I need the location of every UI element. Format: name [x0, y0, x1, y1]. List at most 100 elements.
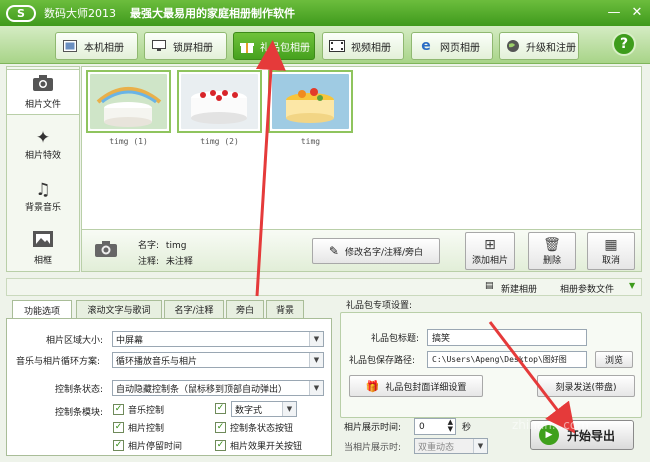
name-label: 名字:	[138, 241, 160, 251]
film-icon	[329, 39, 345, 53]
sidebar-item-label: 相片特效	[24, 150, 61, 161]
cover-button-label: 礼品包封面详细设置	[385, 382, 467, 393]
loop-value: 循环播放音乐与相片	[116, 356, 198, 367]
show-time-unit: 秒	[462, 423, 472, 433]
photo-caption: timg	[300, 137, 321, 146]
minimize-button[interactable]: —	[603, 3, 625, 21]
options-panel: 功能选项 滚动文字与歌词 名字/注释 旁白 背景 相片区域大小: 中屏幕 ▼ 音…	[6, 298, 332, 456]
checkmark-icon: ✓	[113, 440, 124, 451]
chevron-down-icon: ▼	[282, 402, 296, 416]
digital-value: 数字式	[235, 405, 263, 416]
tab-name-note[interactable]: 名字/注释	[164, 300, 224, 318]
area-size-select[interactable]: 中屏幕 ▼	[112, 331, 324, 347]
tab-gift-album[interactable]: 礼品包相册	[233, 32, 315, 60]
tab-web-album[interactable]: e 网页相册	[411, 32, 493, 60]
checkbox-label: 相片控制	[128, 424, 165, 434]
tab-video-album[interactable]: 视频相册	[322, 32, 404, 60]
sidebar-item-photo-files[interactable]: 相片文件	[7, 69, 79, 115]
trash-icon: 🗑	[543, 236, 561, 253]
gift-icon	[240, 39, 254, 53]
cancel-button[interactable]: ▦ 取消	[587, 232, 635, 270]
photo-control-checkbox[interactable]: ✓ 相片控制	[113, 421, 164, 434]
gift-settings-group: 礼品包标题: 搞笑 礼品包保存路径: C:\Users\Apeng\Deskto…	[340, 312, 642, 418]
close-button[interactable]: ✕	[626, 3, 648, 21]
area-size-value: 中屏幕	[116, 335, 144, 346]
loop-select[interactable]: 循环播放音乐与相片 ▼	[112, 352, 324, 368]
left-sidebar: 相片文件 ✦ 相片特效 ♫ 背景音乐 相框	[6, 66, 80, 272]
camera-icon	[32, 74, 54, 97]
music-control-checkbox[interactable]: ✓ 音乐控制	[113, 403, 164, 416]
sidebar-item-music[interactable]: ♫ 背景音乐	[7, 173, 79, 219]
tab-scrolling-text[interactable]: 滚动文字与歌词	[76, 300, 162, 318]
sidebar-item-label: 背景音乐	[24, 202, 61, 213]
help-button[interactable]: ?	[612, 32, 636, 56]
photo-thumbnail[interactable]	[177, 70, 262, 133]
edit-name-note-button[interactable]: ✎ 修改名字/注释/旁白	[312, 238, 440, 264]
delete-button[interactable]: 🗑 删除	[528, 232, 576, 270]
sidebar-item-photo-effects[interactable]: ✦ 相片特效	[7, 121, 79, 167]
grid-icon: ▦	[604, 236, 618, 253]
album-params-link[interactable]: 相册参数文件	[560, 282, 614, 295]
photo-name-row: 名字: timg	[138, 238, 186, 251]
ctrl-state-select[interactable]: 自动隐藏控制条（鼠标移到顶部自动弹出） ▼	[112, 380, 324, 396]
cake-photo-2	[181, 74, 258, 129]
checkmark-icon: ✓	[215, 422, 226, 433]
tab-label: 礼品包相册	[260, 42, 310, 54]
digital-select[interactable]: 数字式 ▼	[231, 401, 297, 417]
music-note-icon: ♫	[35, 179, 51, 200]
delete-button-label: 删除	[542, 255, 561, 266]
cancel-button-label: 取消	[601, 255, 620, 266]
when-showing-select[interactable]: 双重动态 ▼	[414, 438, 488, 454]
checkbox-label: 相片效果开关按钮	[230, 442, 303, 452]
sidebar-item-label: 相片文件	[24, 100, 61, 110]
area-size-label: 相片区域大小:	[46, 336, 104, 346]
tab-label: 视频相册	[351, 42, 391, 54]
gift-title-label: 礼品包标题:	[371, 334, 420, 344]
app-logo-icon: S	[6, 4, 36, 22]
options-content: 相片区域大小: 中屏幕 ▼ 音乐与相片循环方案: 循环播放音乐与相片 ▼ 控制条…	[6, 318, 332, 456]
checkbox-label: 控制条状态按钮	[230, 424, 294, 434]
sidebar-item-frame[interactable]: 相框	[7, 225, 79, 271]
save-path-label: 礼品包保存路径:	[349, 356, 416, 366]
tab-local-album[interactable]: 本机相册	[55, 32, 138, 60]
checkmark-icon: ✓	[113, 404, 124, 415]
tab-narration[interactable]: 旁白	[226, 300, 264, 318]
watermark: zhinan...com	[512, 418, 589, 432]
gift-group-title: 礼品包专项设置:	[344, 298, 415, 311]
photo-stay-time-checkbox[interactable]: ✓ 相片停留时间	[113, 439, 182, 452]
chevron-down-icon: ▼	[309, 381, 323, 395]
digital-checkbox[interactable]: ✓	[215, 403, 230, 414]
new-album-link[interactable]: 新建相册	[501, 282, 537, 295]
add-photo-button[interactable]: ⊞ 添加相片	[465, 232, 515, 270]
edit-icon: ✎	[328, 244, 339, 258]
ctrl-state-button-checkbox[interactable]: ✓ 控制条状态按钮	[215, 421, 293, 434]
note-value: 未注释	[165, 257, 193, 267]
effect-switch-checkbox[interactable]: ✓ 相片效果开关按钮	[215, 439, 302, 452]
chevron-down-icon: ▼	[309, 332, 323, 346]
photo-thumbnail[interactable]	[268, 70, 353, 133]
chevron-down-icon[interactable]: ▼	[629, 281, 635, 290]
tab-upgrade[interactable]: 升级和注册	[499, 32, 579, 60]
photo-thumbnail[interactable]	[86, 70, 171, 133]
add-photo-icon: ⊞	[484, 236, 496, 253]
tab-function-options[interactable]: 功能选项	[12, 300, 72, 319]
spinner-icon[interactable]: ▲ ▼	[448, 419, 453, 433]
frame-icon	[32, 230, 54, 253]
show-time-input[interactable]: 0 ▲ ▼	[414, 418, 456, 435]
checkbox-label: 音乐控制	[128, 406, 165, 416]
tab-lockscreen-album[interactable]: 锁屏相册	[144, 32, 227, 60]
ie-icon: e	[421, 38, 431, 54]
tab-background[interactable]: 背景	[266, 300, 304, 318]
show-time-label: 相片展示时间:	[344, 423, 402, 433]
burn-send-button[interactable]: 刻录发送(带盘)	[537, 375, 635, 397]
gift-title-input[interactable]: 搞笑	[427, 329, 587, 346]
save-path-input[interactable]: C:\Users\Apeng\Desktop\图好图	[427, 351, 587, 368]
tab-label: 网页相册	[440, 42, 480, 54]
loop-label: 音乐与相片循环方案:	[16, 357, 101, 367]
chevron-down-icon: ▼	[473, 439, 487, 453]
main-nav: 本机相册 锁屏相册 礼品包相册 视频相册 e 网页相册 升级和注册	[0, 26, 650, 64]
document-icon: ▤	[485, 281, 494, 291]
browse-button[interactable]: 浏览	[595, 351, 633, 368]
chevron-down-icon: ▼	[309, 353, 323, 367]
cover-settings-button[interactable]: 🎁 礼品包封面详细设置	[349, 375, 483, 397]
